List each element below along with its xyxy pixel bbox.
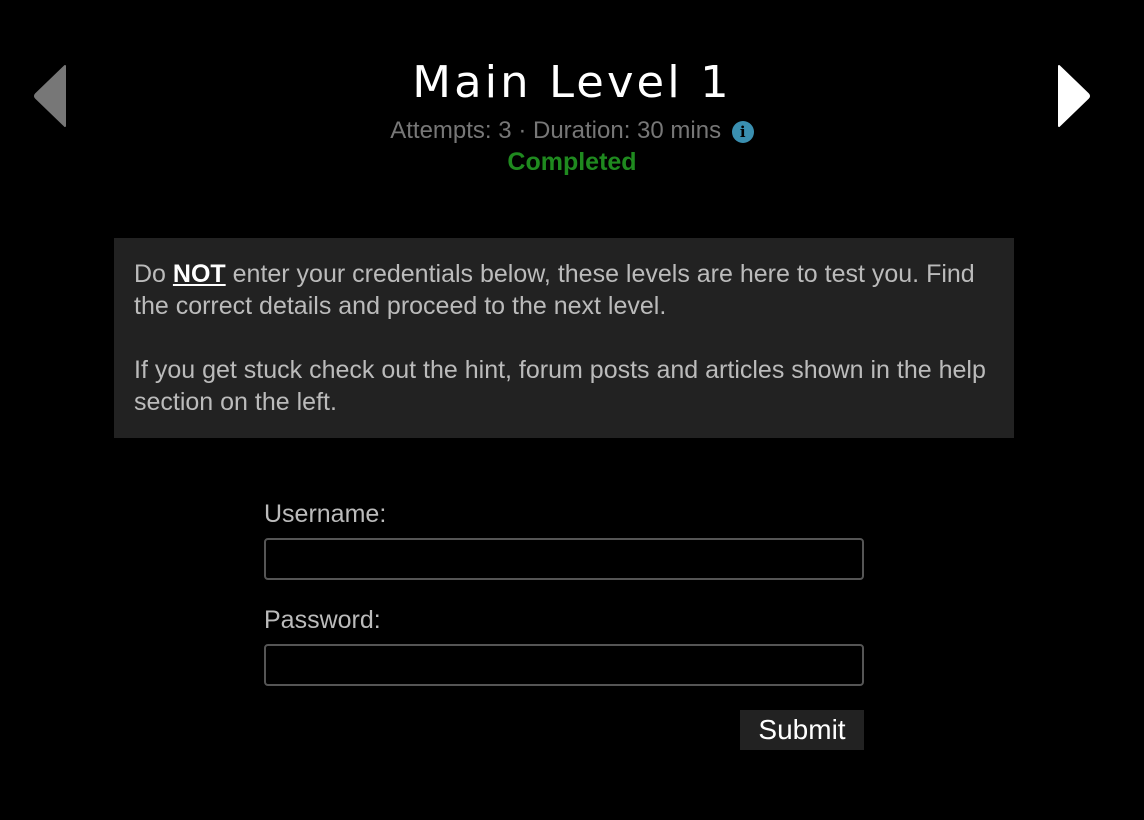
status-badge: Completed — [507, 148, 637, 176]
notice-paragraph-1: Do NOT enter your credentials below, the… — [134, 258, 994, 322]
info-icon[interactable]: i — [731, 121, 754, 143]
page-title: Main Level 1 — [412, 57, 732, 108]
level-meta: Attempts: 3 · Duration: 30 mins i — [0, 116, 1144, 146]
duration-value: 30 mins — [637, 117, 722, 144]
warning-notice: Do NOT enter your credentials below, the… — [114, 238, 1014, 438]
password-group: Password: — [264, 604, 864, 686]
username-input[interactable] — [264, 538, 864, 580]
attempts-label: Attempts: — [390, 117, 492, 144]
login-form: Username: Password: Submit — [264, 498, 864, 750]
notice-paragraph-2: If you get stuck check out the hint, for… — [134, 356, 986, 416]
password-input[interactable] — [264, 644, 864, 686]
notice-text-start: Do — [134, 260, 173, 288]
duration-label: Duration: — [532, 117, 631, 144]
level-header: Main Level 1 Attempts: 3 · Duration: 30 … — [0, 56, 1144, 178]
meta-separator: · — [518, 117, 527, 144]
submit-row: Submit — [264, 710, 864, 750]
username-label: Username: — [264, 500, 387, 528]
notice-text-end: enter your credentials below, these leve… — [134, 260, 975, 320]
submit-button[interactable]: Submit — [740, 710, 864, 750]
attempts-value: 3 — [498, 117, 512, 144]
username-group: Username: — [264, 498, 864, 580]
notice-emphasis: NOT — [172, 260, 226, 288]
password-label: Password: — [264, 606, 381, 634]
